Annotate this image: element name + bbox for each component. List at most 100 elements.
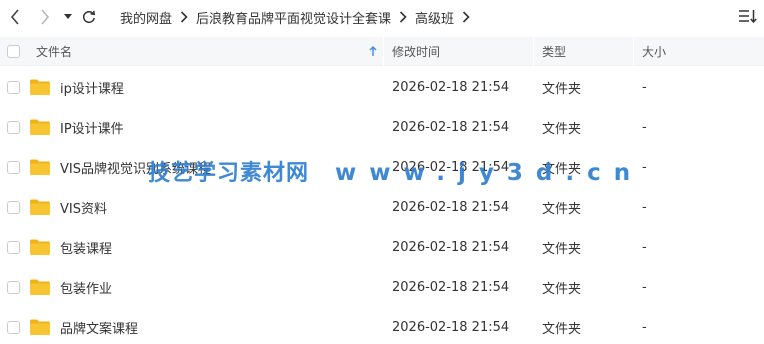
file-size-label: -: [642, 319, 647, 335]
table-row[interactable]: 包装课程 2026-02-18 21:54 文件夹 -: [0, 227, 764, 267]
column-header-type[interactable]: 类型: [542, 37, 566, 66]
breadcrumb-item-my-drive[interactable]: 我的网盘: [120, 8, 172, 27]
folder-icon: [29, 187, 51, 227]
row-checkbox[interactable]: [7, 187, 20, 227]
column-divider[interactable]: [533, 37, 534, 66]
folder-icon: [29, 227, 51, 267]
file-type: 文件夹: [542, 307, 581, 344]
file-modified: 2026-02-18 21:54: [392, 147, 509, 187]
table-row[interactable]: IP设计课件 2026-02-18 21:54 文件夹 -: [0, 107, 764, 147]
table-row[interactable]: 品牌文案课程 2026-02-18 21:54 文件夹 -: [0, 307, 764, 344]
file-name-label: VIS资料: [60, 201, 107, 217]
checkbox[interactable]: [7, 80, 20, 94]
column-header-modified[interactable]: 修改时间: [392, 37, 440, 66]
file-type-label: 文件夹: [542, 201, 582, 217]
file-size-label: -: [642, 199, 647, 215]
file-modified-label: 2026-02-18 21:54: [392, 319, 510, 335]
breadcrumb-item-course[interactable]: 后浪教育品牌平面视觉设计全套课: [196, 8, 391, 27]
file-type-label: 文件夹: [542, 161, 582, 177]
file-modified: 2026-02-18 21:54: [392, 307, 509, 344]
checkbox[interactable]: [7, 45, 20, 58]
forward-button[interactable]: [36, 7, 54, 27]
folder-icon: [29, 67, 51, 107]
folder-icon: [29, 147, 51, 187]
back-button[interactable]: [6, 7, 24, 27]
file-modified-label: 2026-02-18 21:54: [392, 239, 510, 255]
file-modified-label: 2026-02-18 21:54: [392, 79, 510, 95]
row-checkbox[interactable]: [7, 107, 20, 147]
checkbox[interactable]: [7, 160, 20, 174]
file-modified: 2026-02-18 21:54: [392, 227, 509, 267]
column-header-size-label: 大小: [642, 45, 667, 59]
file-size: -: [642, 147, 647, 187]
file-modified: 2026-02-18 21:54: [392, 187, 509, 227]
column-divider[interactable]: [383, 37, 384, 66]
file-type: 文件夹: [542, 267, 581, 307]
history-dropdown-button[interactable]: [62, 7, 74, 27]
sort-menu-button[interactable]: [738, 8, 758, 26]
column-header-row: 文件名 修改时间 类型 大小: [0, 37, 764, 66]
table-row[interactable]: ip设计课程 2026-02-18 21:54 文件夹 -: [0, 67, 764, 107]
file-type: 文件夹: [542, 147, 581, 187]
sort-list-icon: [739, 10, 757, 24]
file-name[interactable]: IP设计课件: [60, 107, 124, 147]
file-size: -: [642, 67, 647, 107]
file-type: 文件夹: [542, 227, 581, 267]
file-name[interactable]: 包装课程: [60, 227, 112, 267]
file-type-label: 文件夹: [542, 281, 582, 297]
breadcrumb-item-advanced[interactable]: 高级班: [415, 8, 454, 27]
file-name[interactable]: VIS品牌视觉识别系统课程: [60, 147, 211, 187]
file-name[interactable]: ip设计课程: [60, 67, 124, 107]
file-name[interactable]: 品牌文案课程: [60, 307, 138, 344]
folder-icon: [29, 267, 51, 307]
refresh-button[interactable]: [80, 7, 98, 27]
file-name[interactable]: VIS资料: [60, 187, 107, 227]
row-checkbox[interactable]: [7, 227, 20, 267]
file-size-label: -: [642, 159, 647, 175]
breadcrumb: 我的网盘 后浪教育品牌平面视觉设计全套课 高级班: [120, 8, 478, 27]
row-checkbox[interactable]: [7, 267, 20, 307]
select-all-checkbox[interactable]: [7, 37, 20, 66]
file-modified-label: 2026-02-18 21:54: [392, 199, 510, 215]
folder-icon: [29, 107, 51, 147]
file-size-label: -: [642, 279, 647, 295]
file-type: 文件夹: [542, 187, 581, 227]
column-divider[interactable]: [633, 37, 634, 66]
checkbox[interactable]: [7, 200, 20, 214]
column-header-type-label: 类型: [542, 45, 567, 59]
row-checkbox[interactable]: [7, 147, 20, 187]
table-row[interactable]: VIS品牌视觉识别系统课程 2026-02-18 21:54 文件夹 -: [0, 147, 764, 187]
folder-icon: [29, 307, 51, 344]
file-name-label: IP设计课件: [60, 121, 124, 137]
chevron-right-icon: [41, 9, 50, 25]
file-type-label: 文件夹: [542, 121, 582, 137]
checkbox[interactable]: [7, 240, 20, 254]
column-header-size[interactable]: 大小: [642, 37, 666, 66]
checkbox[interactable]: [7, 320, 20, 334]
toolbar: 我的网盘 后浪教育品牌平面视觉设计全套课 高级班: [0, 0, 764, 34]
file-modified: 2026-02-18 21:54: [392, 67, 509, 107]
file-name-label: VIS品牌视觉识别系统课程: [60, 161, 211, 177]
table-row[interactable]: VIS资料 2026-02-18 21:54 文件夹 -: [0, 187, 764, 227]
file-type-label: 文件夹: [542, 241, 582, 257]
checkbox[interactable]: [7, 120, 20, 134]
file-modified: 2026-02-18 21:54: [392, 267, 509, 307]
file-size-label: -: [642, 239, 647, 255]
column-header-modified-label: 修改时间: [392, 45, 441, 59]
file-type-label: 文件夹: [542, 81, 582, 97]
chevron-right-icon: [394, 8, 412, 26]
table-row[interactable]: 包装作业 2026-02-18 21:54 文件夹 -: [0, 267, 764, 307]
file-type-label: 文件夹: [542, 321, 582, 337]
file-name-label: 包装课程: [60, 241, 113, 257]
arrow-up-icon: [369, 46, 377, 56]
column-header-name[interactable]: 文件名: [36, 37, 382, 66]
row-checkbox[interactable]: [7, 67, 20, 107]
checkbox[interactable]: [7, 280, 20, 294]
file-name[interactable]: 包装作业: [60, 267, 112, 307]
file-size: -: [642, 307, 647, 344]
row-checkbox[interactable]: [7, 307, 20, 344]
file-size: -: [642, 267, 647, 307]
file-name-label: ip设计课程: [60, 81, 124, 97]
file-modified-label: 2026-02-18 21:54: [392, 119, 510, 135]
chevron-left-icon: [10, 9, 19, 25]
